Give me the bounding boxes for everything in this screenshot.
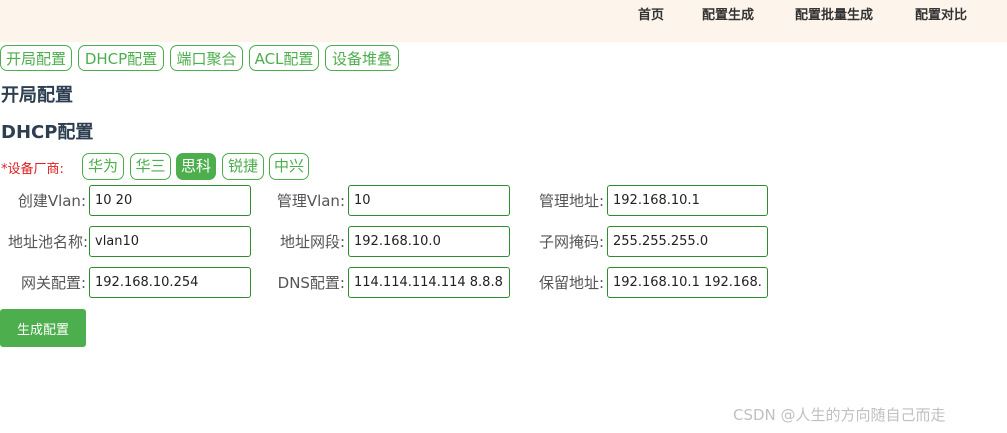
vendor-label: *设备厂商: <box>1 162 64 177</box>
generate-config-button[interactable]: 生成配置 <box>0 309 86 347</box>
dns-input[interactable] <box>348 267 510 298</box>
gateway-input[interactable] <box>89 267 251 298</box>
pool-name-label: 地址池名称: <box>7 233 88 251</box>
manage-address-input[interactable] <box>607 185 768 216</box>
tab-acl-config[interactable]: ACL配置 <box>249 45 319 71</box>
tab-dhcp-config[interactable]: DHCP配置 <box>78 45 164 71</box>
network-segment-label: 地址网段: <box>279 233 345 251</box>
vendor-h3c-button[interactable]: 华三 <box>130 153 171 180</box>
gateway-label: 网关配置: <box>20 274 86 292</box>
reserved-address-label: 保留地址: <box>538 274 604 292</box>
tab-opening-config[interactable]: 开局配置 <box>0 45 72 71</box>
vendor-zte-button[interactable]: 中兴 <box>269 153 309 180</box>
nav-compare[interactable]: 配置对比 <box>915 4 967 23</box>
manage-vlan-label: 管理Vlan: <box>276 192 345 210</box>
pool-name-input[interactable] <box>89 226 251 257</box>
reserved-address-input[interactable] <box>607 267 768 298</box>
subnet-mask-label: 子网掩码: <box>538 233 604 251</box>
network-segment-input[interactable] <box>348 226 510 257</box>
manage-vlan-input[interactable] <box>348 185 510 216</box>
manage-address-label: 管理地址: <box>538 192 604 210</box>
top-nav-bar: 首页 配置生成 配置批量生成 配置对比 <box>0 0 1007 42</box>
heading-dhcp-config: DHCP配置 <box>1 122 94 143</box>
heading-opening-config: 开局配置 <box>1 85 73 106</box>
watermark: CSDN @人生的方向随自己而走 <box>733 406 946 424</box>
vendor-ruijie-button[interactable]: 锐捷 <box>222 153 264 180</box>
create-vlan-input[interactable] <box>89 185 251 216</box>
create-vlan-label: 创建Vlan: <box>17 192 86 210</box>
subnet-mask-input[interactable] <box>607 226 768 257</box>
nav-home[interactable]: 首页 <box>638 4 664 23</box>
nav-config-gen[interactable]: 配置生成 <box>702 4 754 23</box>
nav-batch-gen[interactable]: 配置批量生成 <box>795 4 873 23</box>
dns-label: DNS配置: <box>277 274 345 292</box>
vendor-cisco-button[interactable]: 思科 <box>176 153 216 180</box>
tab-port-aggregation[interactable]: 端口聚合 <box>170 45 243 71</box>
vendor-huawei-button[interactable]: 华为 <box>82 153 124 180</box>
tab-device-stack[interactable]: 设备堆叠 <box>325 45 399 71</box>
